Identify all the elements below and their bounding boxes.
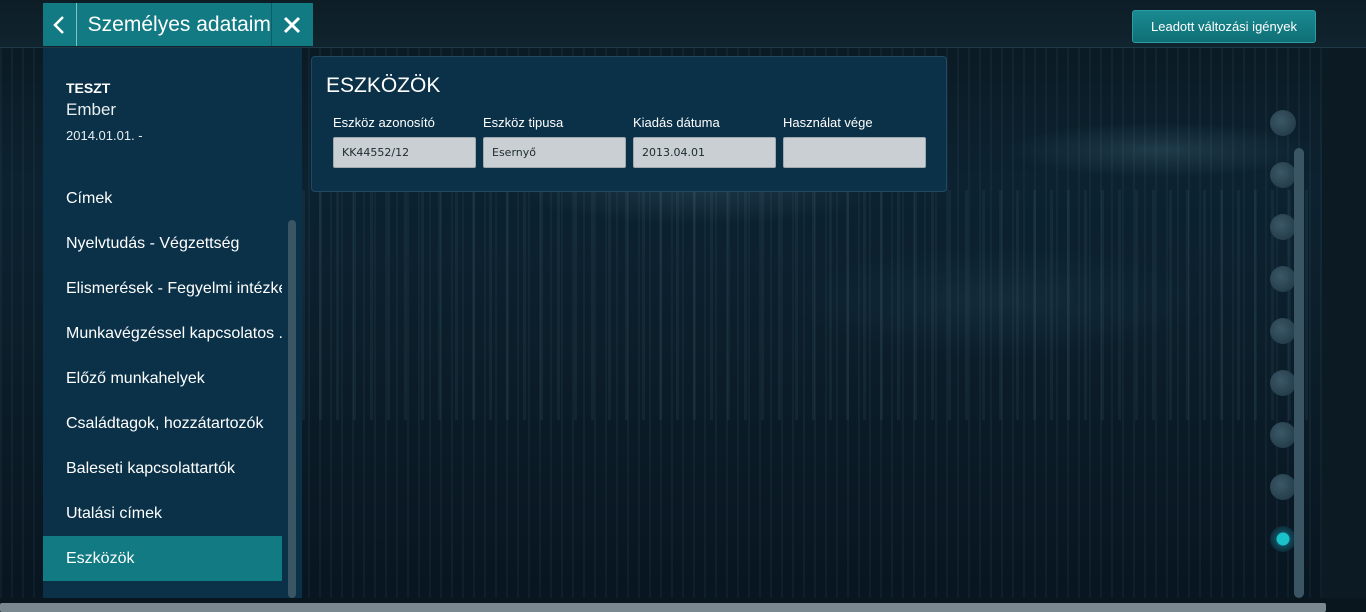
content-scrollbar[interactable] <box>1294 148 1304 598</box>
pager-dot[interactable] <box>1270 266 1296 292</box>
change-requests-button[interactable]: Leadott változási igények <box>1132 10 1316 43</box>
pager-dot[interactable] <box>1270 422 1296 448</box>
chevron-left-icon <box>53 15 65 34</box>
close-icon <box>284 16 301 33</box>
close-button[interactable] <box>270 3 313 46</box>
sidebar-item-cimek[interactable]: Címek <box>43 176 282 221</box>
right-edge-panel <box>1322 48 1366 598</box>
user-subname: Ember <box>66 100 117 119</box>
sidebar-item-eszkozok[interactable]: Eszközök <box>43 536 282 581</box>
assets-card: ESZKÖZÖK Eszköz azonosító KK44552/12 Esz… <box>311 56 947 192</box>
pager-dot[interactable] <box>1270 370 1296 396</box>
page-title: Személyes adataim <box>87 12 271 36</box>
sidebar-item-munkavegzes[interactable]: Munkavégzéssel kapcsolatos ... <box>43 311 282 356</box>
sidebar-item-csaladtagok[interactable]: Családtagok, hozzátartozók <box>43 401 282 446</box>
pager-dot[interactable] <box>1270 214 1296 240</box>
pager-dot[interactable] <box>1270 162 1296 188</box>
sidebar: TESZT Ember 2014.01.01. - Címek Nyelvtud… <box>43 48 302 598</box>
field-label-issue-date: Kiadás dátuma <box>633 115 720 130</box>
top-bar: Személyes adataim Leadott változási igén… <box>0 0 1366 48</box>
sidebar-item-baleseti[interactable]: Baleseti kapcsolattartók <box>43 446 282 491</box>
sidebar-item-nyelvtudas[interactable]: Nyelvtudás - Végzettség <box>43 221 282 266</box>
header-title-bar: Személyes adataim <box>43 3 313 46</box>
asset-id-field[interactable]: KK44552/12 <box>333 137 476 168</box>
background-reflection <box>302 190 1322 420</box>
back-button[interactable] <box>43 3 77 46</box>
sidebar-item-elozo-munkahelyek[interactable]: Előző munkahelyek <box>43 356 282 401</box>
pager-dot[interactable] <box>1270 474 1296 500</box>
issue-date-field[interactable]: 2013.04.01 <box>633 137 776 168</box>
pager-dot[interactable] <box>1270 110 1296 136</box>
asset-type-field[interactable]: Esernyő <box>483 137 626 168</box>
sidebar-item-utalasi[interactable]: Utalási címek <box>43 491 282 536</box>
pager-dot-active[interactable] <box>1270 526 1296 552</box>
sidebar-item-elismeresek[interactable]: Elismerések - Fegyelmi intézke. <box>43 266 282 311</box>
horizontal-scrollbar[interactable] <box>0 603 1326 612</box>
end-of-use-field[interactable] <box>783 137 926 168</box>
user-date: 2014.01.01. - <box>66 128 143 143</box>
user-name: TESZT <box>66 80 111 96</box>
user-info: TESZT Ember 2014.01.01. - <box>66 80 143 143</box>
field-label-asset-id: Eszköz azonosító <box>333 115 435 130</box>
pager-dot[interactable] <box>1270 318 1296 344</box>
field-label-end-of-use: Használat vége <box>783 115 873 130</box>
section-title: ESZKÖZÖK <box>326 74 441 97</box>
sidebar-scrollbar[interactable] <box>288 220 296 598</box>
field-label-asset-type: Eszköz tipusa <box>483 115 564 130</box>
